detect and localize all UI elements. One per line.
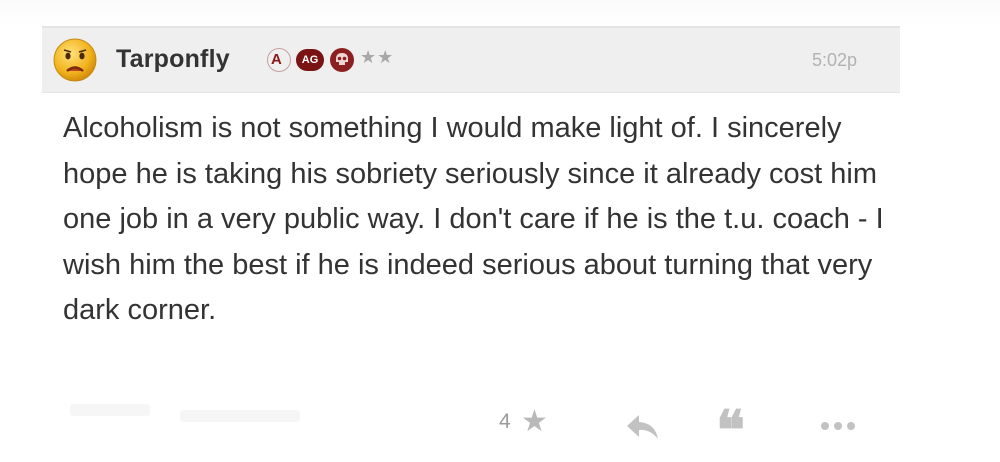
badge-a: A — [267, 48, 291, 72]
faded-background — [180, 410, 300, 422]
comment-card: Tarponfly A AG ★★ 5:02p Alcoholism is no… — [42, 26, 900, 462]
badge-ag: AG — [296, 49, 324, 71]
timestamp: 5:02p — [812, 50, 858, 70]
like-star-icon[interactable]: ★ — [521, 404, 548, 439]
skull-badge-icon — [330, 48, 354, 72]
faded-background — [70, 404, 150, 416]
like-count: 4 — [499, 410, 511, 433]
ellipsis-icon[interactable] — [818, 415, 858, 437]
quote-icon[interactable]: ❝ — [716, 398, 745, 462]
previous-item-edge — [0, 0, 1000, 26]
rank-stars: ★★ — [360, 47, 395, 67]
username-link[interactable]: Tarponfly — [116, 45, 230, 74]
comment-body: Alcoholism is not something I would make… — [63, 112, 884, 326]
comment-actions: 4 ★ ❝ — [42, 398, 900, 462]
sad-face-avatar-icon[interactable] — [52, 37, 98, 83]
reply-arrow-icon[interactable] — [626, 413, 660, 441]
comment-header: Tarponfly A AG ★★ 5:02p — [42, 28, 900, 93]
